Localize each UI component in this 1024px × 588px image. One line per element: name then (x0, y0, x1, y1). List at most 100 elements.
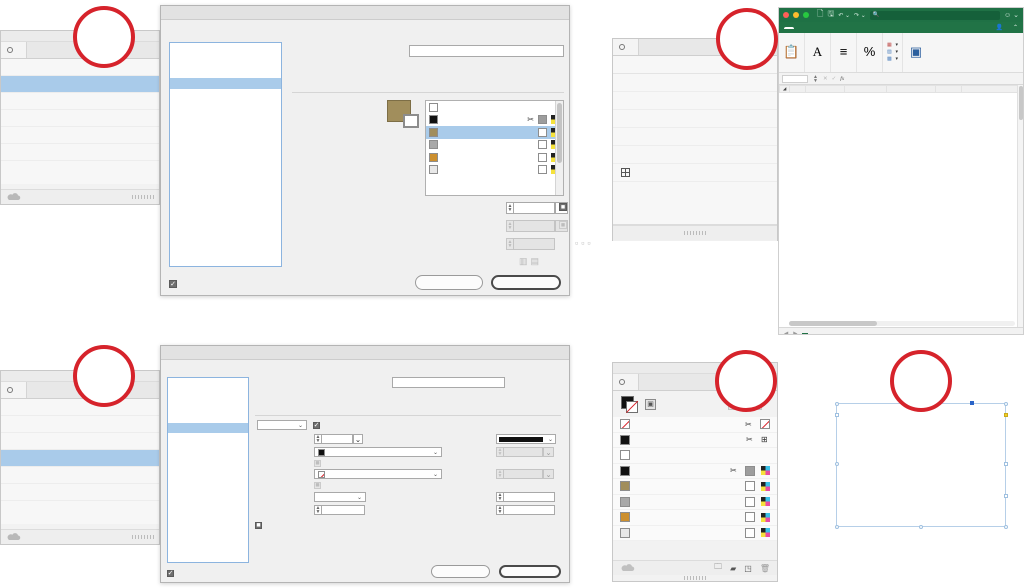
merge-field-clubcode[interactable] (613, 164, 777, 182)
swatch-row-registration[interactable]: ✂ ⊞ (613, 433, 777, 448)
character-color-list[interactable]: ✂ (425, 100, 564, 196)
corner-options-handle[interactable] (1003, 413, 1008, 417)
ribbon-group-number[interactable]: % (857, 33, 883, 72)
nav-character-color[interactable] (168, 514, 248, 523)
spreadsheet-grid[interactable]: ◢ (779, 85, 1023, 94)
style-name-input[interactable] (409, 45, 564, 57)
share-button[interactable]: 👤 (995, 24, 1004, 31)
tint-input[interactable] (513, 202, 555, 214)
resize-handle-middle-right[interactable] (1003, 462, 1008, 466)
color-row-paper[interactable] (426, 101, 563, 114)
style-item-basic-paragraph[interactable] (1, 416, 159, 433)
preview-checkbox[interactable]: ✓ (169, 280, 177, 288)
tint-stepper[interactable]: ▲ ▼ (506, 202, 513, 214)
type-select[interactable]: ⌄ (496, 434, 556, 444)
nav-indents-and-spacing[interactable] (168, 405, 248, 414)
weight-control[interactable]: ▲ ▼ ⌄ (314, 434, 363, 444)
nav-general[interactable] (168, 378, 248, 387)
new-style-icon[interactable] (6, 533, 21, 541)
swatches-list[interactable]: ✂ ✂ ⊞ ✂ (613, 417, 777, 541)
ok-button[interactable] (491, 275, 561, 290)
container-target-icon[interactable]: ▣ (645, 398, 656, 410)
overprint-fill-checkbox[interactable]: ■ (559, 203, 567, 211)
style-item-silver[interactable] (1, 110, 159, 127)
nav-keep-options[interactable] (168, 451, 248, 460)
nav-opentype-features[interactable] (170, 89, 281, 101)
style-item-platinum[interactable] (1, 144, 159, 161)
new-swatch-icon[interactable]: ◳ (744, 564, 752, 573)
style-item-bronze[interactable] (1, 93, 159, 110)
merge-field-last-name[interactable] (613, 110, 777, 128)
color-row-gold[interactable] (426, 126, 563, 139)
nav-advanced-character-formats[interactable] (168, 396, 248, 405)
stroke-alignment-icons[interactable]: ▥▤ (519, 256, 542, 267)
weight-input[interactable] (321, 434, 353, 444)
nav-opentype-features[interactable] (168, 524, 248, 533)
nav-span-columns[interactable] (168, 478, 248, 487)
merge-field-id[interactable] (613, 74, 777, 92)
horizontal-scrollbar[interactable] (789, 321, 1015, 326)
ribbon-group-clipboard[interactable]: 📋 (779, 33, 805, 72)
nav-character-color[interactable] (170, 77, 281, 89)
panel-menu-icon[interactable] (7, 387, 13, 393)
weight-dropdown[interactable]: ⌄ (353, 434, 363, 444)
search-sheet-input[interactable]: 🔍 (869, 10, 1001, 20)
tab-data-merge[interactable] (613, 39, 639, 55)
swatch-row-gold[interactable] (613, 479, 777, 495)
format-as-table-item[interactable]: ▨ ▾ (887, 50, 898, 55)
new-swatch-group-icon[interactable]: ▰ (730, 564, 736, 573)
scrollbar-thumb[interactable] (1019, 86, 1023, 120)
col-header-e[interactable] (934, 85, 963, 94)
left-indent-control[interactable]: ▲ ▼ (314, 505, 365, 515)
collapse-ribbon-icon[interactable]: ⌃ (1013, 24, 1018, 31)
preview-row[interactable]: ✓ (167, 570, 178, 577)
preview-checkbox[interactable]: ✓ (167, 570, 174, 577)
next-sheet-icon[interactable]: ▶ (793, 331, 797, 335)
keep-in-frame-row[interactable]: ■ (255, 522, 266, 529)
color-select[interactable]: ⌄ (314, 447, 442, 457)
content-grabber-handle[interactable] (834, 413, 839, 417)
right-indent-control[interactable]: ▲ ▼ (496, 505, 555, 515)
panel-resize-grip[interactable] (132, 195, 154, 199)
nav-paragraph-shading[interactable] (168, 442, 248, 451)
panel-menu-icon[interactable] (7, 47, 13, 53)
ribbon-group-alignment[interactable]: ≡ (831, 33, 857, 72)
resize-handle-top-right[interactable] (1003, 401, 1008, 406)
swatch-row-platinum[interactable] (613, 526, 777, 541)
style-item-gold[interactable] (1, 127, 159, 144)
new-swatch-folder-icon[interactable]: 🗀 (714, 561, 722, 575)
nav-underline-options[interactable] (170, 101, 281, 113)
merge-field-first-name[interactable] (613, 92, 777, 110)
nav-paragraph-border[interactable] (168, 433, 248, 442)
tab-swatches[interactable] (613, 374, 639, 390)
new-color-group-icon[interactable] (620, 564, 635, 572)
account-icon[interactable]: ☺ ⌄ (1004, 11, 1019, 19)
new-style-icon[interactable] (6, 193, 21, 201)
tab-paragraph-styles[interactable] (1, 382, 27, 398)
swatch-row-silver[interactable] (613, 495, 777, 510)
style-item-member-type[interactable] (1, 433, 159, 450)
previous-sheet-icon[interactable]: ◀ (784, 331, 788, 335)
minimize-icon[interactable] (793, 12, 799, 18)
panel-resize-grip[interactable] (132, 535, 154, 539)
new-document-icon[interactable]: 🗋 (817, 8, 823, 22)
preview-row[interactable]: ✓ (169, 280, 181, 288)
delete-swatch-icon[interactable]: 🗑 (760, 564, 770, 573)
panel-resize-grip[interactable] (684, 576, 706, 580)
swatch-row-black[interactable]: ✂ (613, 464, 777, 479)
offset-control[interactable]: ▲ ▼ (496, 492, 555, 502)
style-name-input[interactable] (392, 377, 505, 388)
nav-strikethrough-options[interactable] (168, 542, 248, 551)
nav-basic-character-formats[interactable] (168, 387, 248, 396)
style-item-member-background[interactable] (1, 450, 159, 467)
confirm-formula-icon[interactable]: ✓ (832, 76, 837, 82)
nav-paragraph-rules[interactable] (168, 423, 248, 433)
keep-in-frame-checkbox[interactable]: ■ (255, 522, 262, 529)
close-icon[interactable] (783, 12, 789, 18)
fill-stroke-proxy[interactable] (621, 395, 638, 413)
nav-export-tagging[interactable] (170, 124, 281, 136)
resize-handle-bottom-center[interactable] (919, 524, 923, 529)
fill-stroke-proxy[interactable] (387, 100, 421, 130)
style-item-name[interactable] (1, 467, 159, 484)
redo-icon[interactable]: ↷ ⌄ (854, 12, 866, 19)
